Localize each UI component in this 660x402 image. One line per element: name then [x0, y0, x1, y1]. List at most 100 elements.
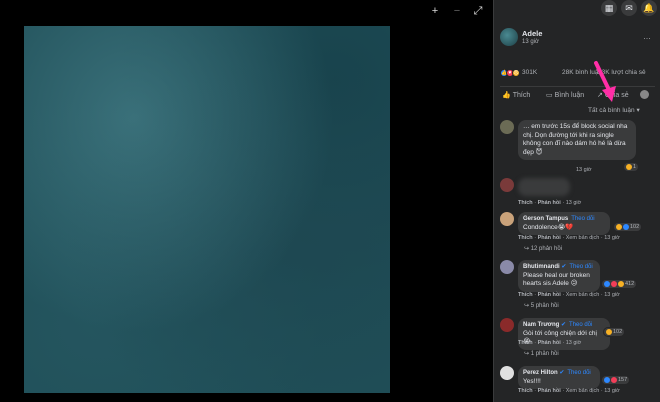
comment-time[interactable]: 13 giờ: [576, 167, 592, 173]
commenter-name[interactable]: Nam Trương ✔ Theo dõi: [523, 321, 605, 330]
comment-text: … em trước 15s để block social nha chị. …: [523, 123, 628, 156]
comment-bubble: … em trước 15s để block social nha chị. …: [518, 120, 636, 160]
comment-icon: ▭: [546, 92, 553, 99]
comment-reply-link[interactable]: Phản hồi: [538, 292, 561, 298]
comment-like-link[interactable]: Thích: [518, 340, 533, 346]
commenter-name[interactable]: Gerson Tampus Theo dõi: [523, 215, 605, 224]
comment-time[interactable]: 13 giờ: [604, 235, 620, 241]
sad-reaction-icon: [606, 329, 612, 335]
comment-reply-link[interactable]: Phản hồi: [538, 340, 561, 346]
comment-reactions[interactable]: 102: [604, 328, 625, 336]
comment-meta: Thích · Phản hồi · Xem bản dịch · 13 giờ: [518, 235, 620, 241]
translate-link[interactable]: Xem bản dịch: [566, 388, 600, 394]
reaction-count[interactable]: 301K: [522, 69, 537, 76]
post-actions: 👍 Thích ▭ Bình luận ↗ Chia sẻ: [500, 86, 655, 102]
comment-reply-link[interactable]: Phản hồi: [538, 200, 561, 206]
follow-link[interactable]: Theo dõi: [567, 370, 590, 376]
comment-like-link[interactable]: Thích: [518, 292, 533, 298]
comment-reactions[interactable]: 157: [602, 376, 630, 384]
author-avatar[interactable]: [500, 28, 518, 46]
follow-link[interactable]: Theo dõi: [571, 216, 594, 222]
commenter-avatar[interactable]: [500, 318, 514, 332]
love-reaction-icon: [611, 377, 617, 383]
reaction-icons[interactable]: 👍 ♥ ☹: [500, 69, 520, 77]
zoom-in-icon[interactable]: +: [428, 4, 442, 18]
comment-text: Yes!!!!: [523, 377, 541, 385]
menu-icon[interactable]: ▦: [601, 0, 617, 16]
sad-reaction-icon: ☹: [512, 69, 520, 77]
photo-viewer: + − ⤢: [0, 0, 493, 402]
annotation-arrow-icon: [594, 61, 616, 102]
comment-like-link[interactable]: Thích: [518, 200, 533, 206]
comment-bubble: Bhutimnandi ✔ Theo dõi Please heal our br…: [518, 260, 600, 292]
comment-reactions[interactable]: 102: [614, 223, 642, 231]
comment-text: Condolence😭💔: [523, 223, 574, 231]
comment-time[interactable]: 13 giờ: [566, 200, 582, 206]
commenter-avatar[interactable]: [500, 120, 514, 134]
comment-reactions[interactable]: 1: [624, 163, 639, 171]
profile-picker-icon[interactable]: [640, 90, 649, 99]
comment-reply-link[interactable]: Phản hồi: [538, 388, 561, 394]
comment-time[interactable]: 13 giờ: [566, 340, 582, 346]
comment-item: Gerson Tampus Theo dõi Condolence😭💔 102 T…: [500, 212, 655, 254]
view-replies-link[interactable]: ↪ 1 phản hồi: [524, 350, 559, 357]
post-header: Adele 13 giờ …: [500, 28, 655, 50]
follow-link[interactable]: Theo dõi: [569, 322, 592, 328]
verified-icon: ✔: [561, 264, 567, 270]
comment-meta: Thích · Phản hồi · 13 giờ: [518, 200, 582, 206]
sad-reaction-icon: [618, 281, 624, 287]
comment-reactions[interactable]: 412: [602, 280, 637, 288]
follow-link[interactable]: Theo dõi: [569, 264, 592, 270]
view-replies-link[interactable]: ↪ 12 phản hồi: [524, 245, 562, 252]
top-bar: ▦ ✉ 🔔: [601, 0, 660, 16]
haha-reaction-icon: [626, 164, 632, 170]
commenter-name[interactable]: Perez Hilton ✔ Theo dõi: [523, 369, 595, 378]
commenter-avatar[interactable]: [500, 212, 514, 226]
fullscreen-icon[interactable]: ⤢: [471, 4, 485, 18]
comment-like-link[interactable]: Thích: [518, 235, 533, 241]
comment-item: Perez Hilton ✔ Theo dõi Yes!!!! 157 Thích…: [500, 366, 655, 402]
comment-item: … em trước 15s để block social nha chị. …: [500, 120, 650, 178]
comment-meta: Thích · Phản hồi · Xem bản dịch · 13 giờ: [518, 388, 620, 394]
like-button[interactable]: 👍 Thích: [502, 91, 531, 100]
comment-button[interactable]: ▭ Bình luận: [546, 91, 585, 100]
verified-icon: ✔: [559, 370, 565, 376]
post-time[interactable]: 13 giờ: [522, 39, 539, 45]
commenter-name[interactable]: Bhutimnandi ✔ Theo dõi: [523, 263, 595, 272]
post-author[interactable]: Adele: [522, 29, 542, 38]
post-stats: 👍 ♥ ☹ 301K 28K bình luận 23K lượt chia s…: [500, 68, 655, 80]
commenter-avatar[interactable]: [500, 260, 514, 274]
like-reaction-icon: [604, 377, 610, 383]
like-reaction-icon: [623, 224, 629, 230]
messenger-icon[interactable]: ✉: [621, 0, 637, 16]
comment-reply-link[interactable]: Phản hồi: [538, 235, 561, 241]
comment-item: Nam Trương ✔ Theo dõi Gòi tới công chiện …: [500, 318, 655, 362]
translate-link[interactable]: Xem bản dịch: [566, 235, 600, 241]
view-replies-link[interactable]: ↪ 5 phản hồi: [524, 302, 559, 309]
zoom-out-icon[interactable]: −: [450, 4, 464, 18]
comment-meta: Thích · Phản hồi · Xem bản dịch · 13 giờ: [518, 292, 620, 298]
translate-link[interactable]: Xem bản dịch: [566, 292, 600, 298]
post-photo[interactable]: [24, 26, 390, 393]
verified-icon: ✔: [560, 322, 566, 328]
love-reaction-icon: [611, 281, 617, 287]
commenter-avatar[interactable]: [500, 366, 514, 380]
comment-like-link[interactable]: Thích: [518, 388, 533, 394]
comment-bubble: Perez Hilton ✔ Theo dõi Yes!!!!: [518, 366, 600, 389]
commenter-avatar[interactable]: [500, 178, 514, 192]
like-reaction-icon: [604, 281, 610, 287]
sort-label: Tất cả bình luận: [588, 107, 635, 114]
comment-sort[interactable]: Tất cả bình luận ▾: [588, 106, 640, 114]
thumbs-up-icon: 👍: [502, 92, 511, 99]
comment-text: Please heal our broken hearts sis Adele …: [523, 271, 590, 288]
comment-item: Bhutimnandi ✔ Theo dõi Please heal our br…: [500, 260, 655, 312]
comment-item: Thích · Phản hồi · 13 giờ: [500, 178, 650, 208]
notifications-icon[interactable]: 🔔: [641, 0, 657, 16]
comment-label: Bình luận: [554, 91, 585, 99]
comment-time[interactable]: 13 giờ: [604, 292, 620, 298]
sad-reaction-icon: [616, 224, 622, 230]
more-options-icon[interactable]: …: [643, 32, 651, 41]
like-label: Thích: [512, 91, 531, 99]
comment-bubble: Gerson Tampus Theo dõi Condolence😭💔: [518, 212, 610, 235]
comment-time[interactable]: 13 giờ: [604, 388, 620, 394]
